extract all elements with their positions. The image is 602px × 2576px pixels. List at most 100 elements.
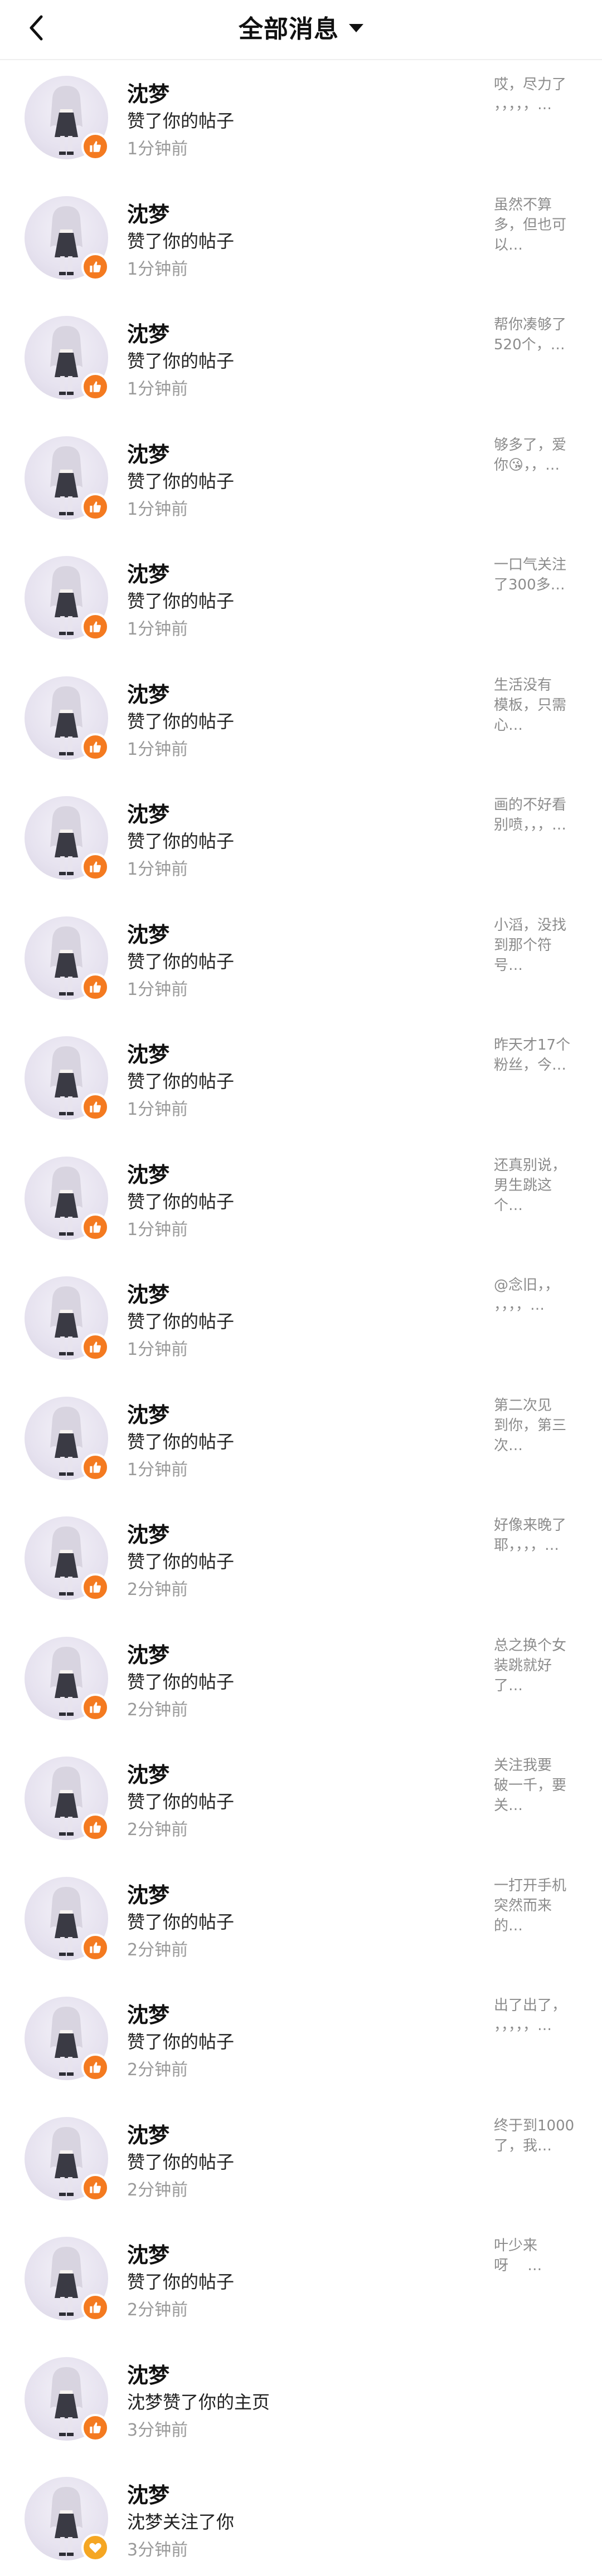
- notification-item[interactable]: 沈梦 赞了你的帖子 2分钟前 一打开手机 突然而来 的…: [0, 1861, 602, 1982]
- notification-action: 赞了你的帖子: [127, 710, 235, 732]
- notification-list: 沈梦 赞了你的帖子 1分钟前 哎，尽力了 ，，，，，… 沈梦 赞了你的帖子 1分…: [0, 60, 602, 2576]
- notification-action: 赞了你的帖子: [127, 470, 235, 492]
- notification-item[interactable]: 沈梦 赞了你的帖子 1分钟前 够多了，爱 你😘，，…: [0, 421, 602, 541]
- post-preview[interactable]: 帮你凑够了 520个，…: [494, 315, 583, 355]
- avatar-button[interactable]: [25, 1997, 109, 2081]
- notification-item[interactable]: 沈梦 赞了你的帖子 1分钟前 一口气关注 了300多…: [0, 540, 602, 661]
- notification-item[interactable]: 沈梦 沈梦关注了你 3分钟前: [0, 2461, 602, 2576]
- avatar-button[interactable]: [25, 1276, 109, 1361]
- post-preview[interactable]: 生活没有 模板，只需 心…: [494, 675, 583, 735]
- notification-item[interactable]: 沈梦 赞了你的帖子 1分钟前 哎，尽力了 ，，，，，…: [0, 60, 602, 180]
- sender-name[interactable]: 沈梦: [127, 317, 169, 348]
- sender-name[interactable]: 沈梦: [127, 1037, 169, 1068]
- avatar-button[interactable]: [25, 2237, 109, 2321]
- avatar-button[interactable]: [25, 436, 109, 521]
- avatar-button[interactable]: [25, 316, 109, 401]
- avatar-button[interactable]: [25, 1876, 109, 1962]
- avatar-button[interactable]: [25, 1757, 109, 1841]
- notification-type-badge: [81, 1933, 109, 1962]
- notification-item[interactable]: 沈梦 赞了你的帖子 1分钟前 画的不好看 别喷，，，…: [0, 780, 602, 901]
- avatar-button[interactable]: [25, 916, 109, 1001]
- post-preview[interactable]: 好像来晚了 耶，，，，…: [494, 1515, 583, 1555]
- post-preview[interactable]: 第二次见 到你，第三 次…: [494, 1396, 583, 1456]
- avatar-button[interactable]: [25, 2116, 109, 2202]
- notification-item[interactable]: 沈梦 赞了你的帖子 1分钟前 第二次见 到你，第三 次…: [0, 1381, 602, 1501]
- notification-item[interactable]: 沈梦 赞了你的帖子 2分钟前 终于到1000 了，我…: [0, 2101, 602, 2222]
- avatar-button[interactable]: [25, 1156, 109, 1241]
- sender-name[interactable]: 沈梦: [127, 918, 169, 948]
- avatar-button[interactable]: [25, 196, 109, 281]
- post-preview[interactable]: @念旧，， ，，，，…: [494, 1275, 583, 1315]
- notification-action: 赞了你的帖子: [127, 831, 235, 852]
- notification-item[interactable]: 沈梦 赞了你的帖子 1分钟前 @念旧，， ，，，，…: [0, 1261, 602, 1381]
- notification-item[interactable]: 沈梦 赞了你的帖子 1分钟前 虽然不算 多，但也可 以…: [0, 180, 602, 301]
- avatar-button[interactable]: [25, 2357, 109, 2442]
- sender-name[interactable]: 沈梦: [127, 77, 169, 108]
- post-preview[interactable]: 终于到1000 了，我…: [494, 2116, 583, 2156]
- notification-item[interactable]: 沈梦 赞了你的帖子 1分钟前 生活没有 模板，只需 心…: [0, 661, 602, 781]
- notification-type-badge: [81, 133, 109, 160]
- notification-type-badge: [81, 252, 109, 281]
- notification-time: 2分钟前: [127, 1820, 188, 1840]
- notification-time: 1分钟前: [127, 860, 188, 879]
- post-preview[interactable]: 出了出了， ，，，，，…: [494, 1996, 583, 2036]
- post-preview[interactable]: 哎，尽力了 ，，，，，…: [494, 75, 583, 115]
- notification-type-badge: [81, 2173, 109, 2202]
- title-dropdown[interactable]: 全部消息: [0, 0, 602, 53]
- post-preview[interactable]: 昨天才17个 粉丝，今…: [494, 1035, 583, 1075]
- notification-item[interactable]: 沈梦 赞了你的帖子 1分钟前 还真别说， 男生跳这 个…: [0, 1141, 602, 1261]
- notification-item[interactable]: 沈梦 赞了你的帖子 1分钟前 帮你凑够了 520个，…: [0, 300, 602, 421]
- sender-name[interactable]: 沈梦: [127, 677, 169, 708]
- post-preview[interactable]: 还真别说， 男生跳这 个…: [494, 1155, 583, 1216]
- post-preview[interactable]: 够多了，爱 你😘，，…: [494, 435, 583, 475]
- post-preview[interactable]: 叶少来 呀 …: [494, 2236, 583, 2276]
- sender-name[interactable]: 沈梦: [127, 2238, 169, 2268]
- avatar-button[interactable]: [25, 556, 109, 641]
- notification-item[interactable]: 沈梦 赞了你的帖子 2分钟前 好像来晚了 耶，，，，…: [0, 1501, 602, 1621]
- notification-item[interactable]: 沈梦 赞了你的帖子 2分钟前 关注我要 破一千，要 关…: [0, 1741, 602, 1861]
- post-preview[interactable]: 虽然不算 多，但也可 以…: [494, 195, 583, 255]
- avatar-button[interactable]: [25, 2477, 109, 2562]
- sender-name[interactable]: 沈梦: [127, 1638, 169, 1668]
- notification-item[interactable]: 沈梦 赞了你的帖子 1分钟前 小滔，没找 到那个符 号…: [0, 901, 602, 1021]
- avatar-button[interactable]: [25, 1036, 109, 1121]
- notification-item[interactable]: 沈梦 沈梦赞了你的主页 3分钟前: [0, 2341, 602, 2462]
- post-preview[interactable]: 一打开手机 突然而来 的…: [494, 1876, 583, 1936]
- post-preview[interactable]: 画的不好看 别喷，，，…: [494, 795, 583, 835]
- thumbs-up-icon: [88, 2421, 103, 2435]
- avatar-button[interactable]: [25, 796, 109, 881]
- notifications-page: 全部消息 沈梦 赞了你的帖子 1分钟前 哎，尽力了 ，，，，，… 沈梦 赞了你的…: [0, 0, 602, 2576]
- sender-name[interactable]: 沈梦: [127, 197, 169, 228]
- notification-time: 1分钟前: [127, 379, 188, 399]
- avatar-button[interactable]: [25, 1396, 109, 1481]
- notification-type-badge: [81, 2294, 109, 2321]
- notification-item[interactable]: 沈梦 赞了你的帖子 2分钟前 叶少来 呀 …: [0, 2221, 602, 2341]
- avatar-button[interactable]: [25, 1516, 109, 1601]
- sender-name[interactable]: 沈梦: [127, 2478, 169, 2509]
- post-preview[interactable]: 关注我要 破一千，要 关…: [494, 1755, 583, 1816]
- sender-name[interactable]: 沈梦: [127, 1998, 169, 2028]
- notification-item[interactable]: 沈梦 赞了你的帖子 2分钟前 出了出了， ，，，，，…: [0, 1981, 602, 2101]
- sender-name[interactable]: 沈梦: [127, 1878, 169, 1909]
- sender-name[interactable]: 沈梦: [127, 437, 169, 468]
- sender-name[interactable]: 沈梦: [127, 1398, 169, 1428]
- notification-item[interactable]: 沈梦 赞了你的帖子 1分钟前 昨天才17个 粉丝，今…: [0, 1021, 602, 1141]
- sender-name[interactable]: 沈梦: [127, 1758, 169, 1788]
- post-preview[interactable]: 一口气关注 了300多…: [494, 555, 583, 595]
- notification-item[interactable]: 沈梦 赞了你的帖子 2分钟前 总之换个女 装跳就好 了…: [0, 1621, 602, 1741]
- post-preview[interactable]: 小滔，没找 到那个符 号…: [494, 915, 583, 975]
- avatar-button[interactable]: [25, 1636, 109, 1721]
- sender-name[interactable]: 沈梦: [127, 557, 169, 588]
- post-preview[interactable]: 总之换个女 装跳就好 了…: [494, 1636, 583, 1696]
- thumbs-up-icon: [88, 500, 103, 514]
- sender-name[interactable]: 沈梦: [127, 1518, 169, 1548]
- sender-name[interactable]: 沈梦: [127, 1277, 169, 1308]
- sender-name[interactable]: 沈梦: [127, 2358, 169, 2389]
- sender-name[interactable]: 沈梦: [127, 1158, 169, 1188]
- sender-name[interactable]: 沈梦: [127, 2118, 169, 2149]
- notification-action: 赞了你的帖子: [127, 1071, 235, 1092]
- sender-name[interactable]: 沈梦: [127, 797, 169, 828]
- avatar-button[interactable]: [25, 76, 109, 160]
- avatar-button[interactable]: [25, 676, 109, 761]
- notification-action: 赞了你的帖子: [127, 1911, 235, 1933]
